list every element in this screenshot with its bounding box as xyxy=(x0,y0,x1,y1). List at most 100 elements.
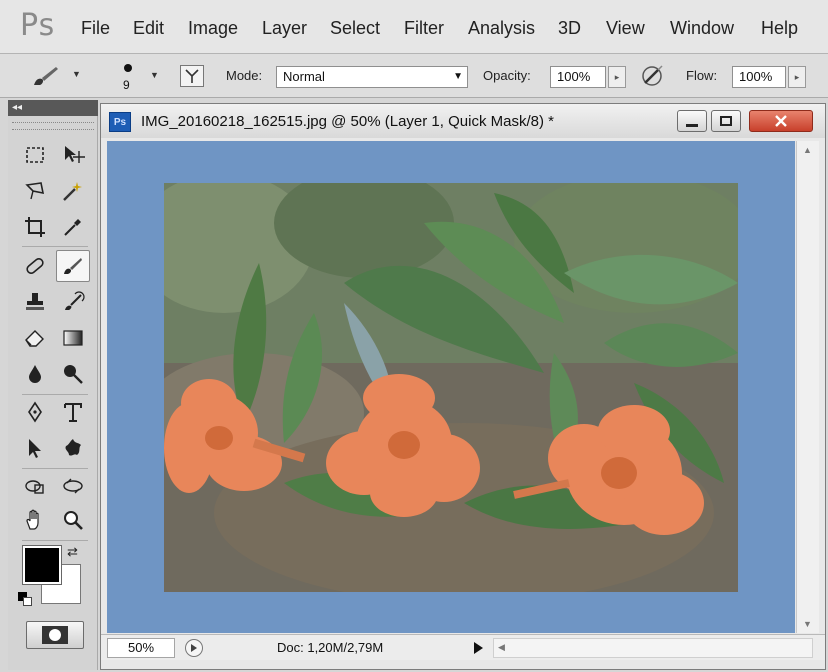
mode-select[interactable]: Normal ▼ xyxy=(276,66,468,88)
chevron-down-icon: ▼ xyxy=(72,69,81,79)
type-icon xyxy=(64,403,82,422)
scroll-left-icon[interactable]: ◀ xyxy=(498,642,505,653)
brush-panel-toggle[interactable] xyxy=(180,65,204,87)
default-colors-icon[interactable] xyxy=(18,592,32,606)
magic-wand-tool[interactable] xyxy=(56,175,90,207)
opacity-slider-button[interactable]: ▸ xyxy=(608,66,626,88)
minimize-button[interactable] xyxy=(677,110,707,132)
brush-tool[interactable] xyxy=(56,250,90,282)
menu-layer[interactable]: Layer xyxy=(262,18,307,39)
gradient-icon xyxy=(63,330,83,346)
menu-view[interactable]: View xyxy=(606,18,645,39)
marquee-icon xyxy=(26,147,44,163)
menu-image[interactable]: Image xyxy=(188,18,238,39)
menu-help[interactable]: Help xyxy=(761,18,798,39)
play-icon xyxy=(191,644,197,652)
toolbox-divider xyxy=(22,246,88,247)
marquee-tool[interactable] xyxy=(18,139,52,171)
document-icon: Ps xyxy=(109,112,131,132)
bandage-icon xyxy=(26,257,44,275)
options-bar: ▼ 9 ▼ Mode: Normal ▼ Opacity: 100% ▸ Flo… xyxy=(0,54,828,98)
toolbox-divider xyxy=(22,468,88,469)
scroll-up-icon[interactable]: ▲ xyxy=(803,145,812,155)
dodge-icon xyxy=(64,365,83,384)
menu-analysis[interactable]: Analysis xyxy=(468,18,535,39)
status-menu-button[interactable] xyxy=(185,639,203,657)
zoom-tool[interactable] xyxy=(56,504,90,536)
droplet-icon xyxy=(29,365,41,383)
triangle-right-icon xyxy=(474,642,483,654)
custom-shape-icon xyxy=(65,439,81,456)
shape-tool[interactable] xyxy=(56,432,90,464)
tool-preset-picker[interactable]: ▼ xyxy=(22,62,86,90)
toolbox-collapse-bar[interactable]: ◂◂ xyxy=(8,100,98,116)
path-selection-tool[interactable] xyxy=(18,432,52,464)
document-window: Ps IMG_20160218_162515.jpg @ 50% (Layer … xyxy=(100,103,826,670)
crop-tool[interactable] xyxy=(18,211,52,243)
brush-size-picker[interactable]: 9 ▼ xyxy=(114,58,164,94)
move-tool[interactable] xyxy=(56,139,90,171)
menu-3d[interactable]: 3D xyxy=(558,18,581,39)
status-bar: 50% Doc: 1,20M/2,79M ◀ xyxy=(101,634,825,660)
toolbox-grip[interactable] xyxy=(12,122,94,130)
brush-panel-icon xyxy=(185,69,199,83)
eyedropper-tool[interactable] xyxy=(56,211,90,243)
brush-size-label: 9 xyxy=(123,78,130,92)
pen-nib-icon xyxy=(28,401,42,423)
blur-tool[interactable] xyxy=(18,358,52,390)
zoom-level-input[interactable]: 50% xyxy=(107,638,175,658)
flow-slider-button[interactable]: ▸ xyxy=(788,66,806,88)
menu-edit[interactable]: Edit xyxy=(133,18,164,39)
brush-icon xyxy=(34,67,58,85)
menu-filter[interactable]: Filter xyxy=(404,18,444,39)
menu-file[interactable]: File xyxy=(81,18,110,39)
document-title: IMG_20160218_162515.jpg @ 50% (Layer 1, … xyxy=(141,113,554,130)
status-info-menu-arrow[interactable] xyxy=(471,640,485,656)
mode-label: Mode: xyxy=(226,68,263,83)
foreground-color-swatch[interactable] xyxy=(22,545,62,585)
airbrush-button[interactable] xyxy=(638,62,668,90)
arrow-pointer-icon xyxy=(29,439,41,458)
restore-icon xyxy=(720,116,732,126)
lasso-icon xyxy=(25,182,45,200)
3d-orbit-icon xyxy=(63,478,83,494)
chevron-down-icon: ▼ xyxy=(453,71,463,82)
opacity-input[interactable]: 100% xyxy=(550,66,606,88)
brush-icon xyxy=(64,258,82,274)
lasso-tool[interactable] xyxy=(18,175,52,207)
hand-tool[interactable] xyxy=(18,504,52,536)
toolbox-divider xyxy=(22,394,88,395)
history-brush-tool[interactable] xyxy=(56,286,90,318)
flow-input[interactable]: 100% xyxy=(732,66,786,88)
document-title-bar[interactable]: Ps IMG_20160218_162515.jpg @ 50% (Layer … xyxy=(101,104,825,138)
dodge-tool[interactable] xyxy=(56,358,90,390)
vertical-scrollbar[interactable]: ▲ ▼ xyxy=(796,141,819,633)
menu-window[interactable]: Window xyxy=(670,18,734,39)
close-icon xyxy=(775,115,787,127)
close-button[interactable] xyxy=(749,110,813,132)
spot-healing-tool[interactable] xyxy=(18,250,52,282)
quick-mask-button[interactable] xyxy=(26,621,84,649)
clone-stamp-tool[interactable] xyxy=(18,286,52,318)
scroll-down-icon[interactable]: ▼ xyxy=(803,619,812,629)
menu-select[interactable]: Select xyxy=(330,18,380,39)
magnifier-icon xyxy=(64,511,83,530)
3d-orbit-tool[interactable] xyxy=(56,470,90,502)
pen-tool[interactable] xyxy=(18,396,52,428)
canvas-area[interactable] xyxy=(107,141,795,633)
crop-icon xyxy=(25,217,45,237)
swap-colors-icon[interactable]: ⇄ xyxy=(67,544,78,560)
move-icon xyxy=(65,146,85,163)
photo-layer[interactable] xyxy=(164,183,738,592)
horizontal-scrollbar[interactable]: ◀ xyxy=(493,638,813,658)
stamp-icon xyxy=(26,293,44,310)
type-tool[interactable] xyxy=(56,396,90,428)
maximize-button[interactable] xyxy=(711,110,741,132)
3d-rotate-icon xyxy=(25,480,44,494)
document-size-info: Doc: 1,20M/2,79M xyxy=(277,640,384,655)
flow-label: Flow: xyxy=(686,68,718,83)
eraser-tool[interactable] xyxy=(18,322,52,354)
eyedropper-icon xyxy=(64,219,81,236)
3d-rotate-tool[interactable] xyxy=(18,470,52,502)
gradient-tool[interactable] xyxy=(56,322,90,354)
